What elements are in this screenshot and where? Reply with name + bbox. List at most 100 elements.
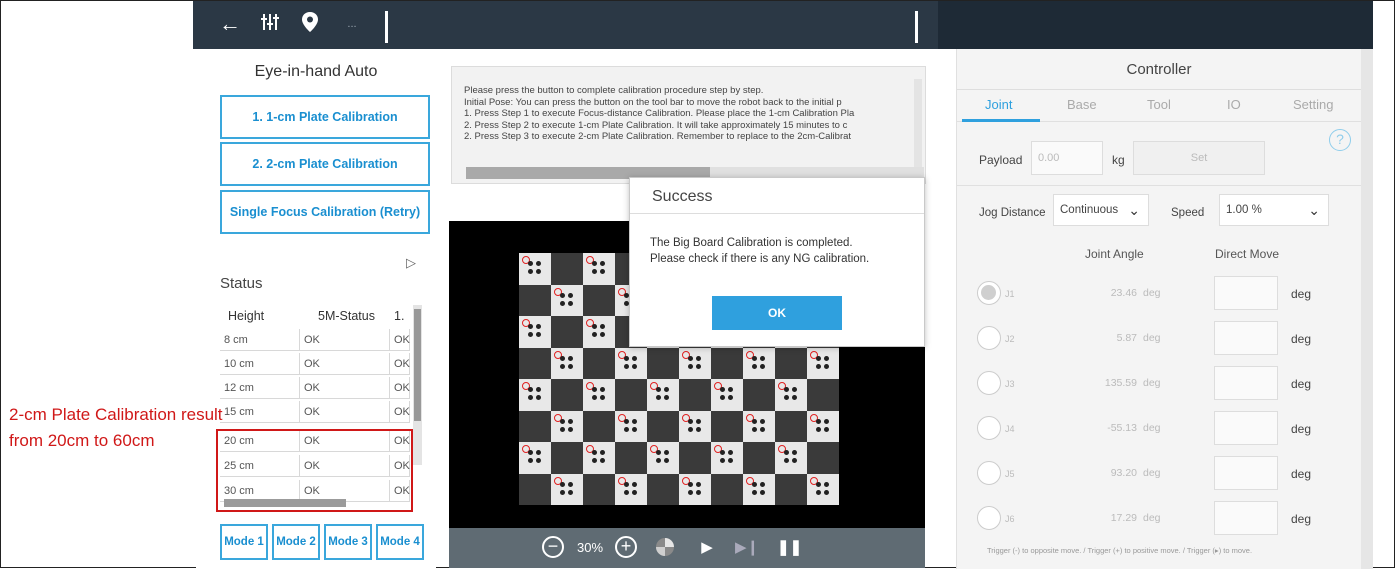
payload-input[interactable]: 0.00 bbox=[1031, 141, 1103, 175]
mode-4-button[interactable]: Mode 4 bbox=[376, 524, 424, 560]
direct-move-input-j3[interactable] bbox=[1214, 366, 1278, 400]
help-icon[interactable]: ? bbox=[1329, 129, 1351, 151]
direct-move-input-j1[interactable] bbox=[1214, 276, 1278, 310]
direct-move-unit: deg bbox=[1291, 287, 1312, 301]
play-icon[interactable]: ▶ bbox=[697, 536, 717, 560]
direct-move-input-j4[interactable] bbox=[1214, 411, 1278, 445]
toolbar-right-area bbox=[938, 1, 1373, 49]
detection-marker bbox=[586, 382, 594, 390]
jog-distance-label: Jog Distance bbox=[979, 207, 1046, 219]
table-row[interactable]: 10 cm OK OK bbox=[220, 353, 410, 377]
joint-radio-j2[interactable] bbox=[977, 326, 1001, 350]
direct-move-input-j6[interactable] bbox=[1214, 501, 1278, 535]
dialog-message: The Big Board Calibration is completed. … bbox=[650, 235, 920, 267]
direct-move-unit: deg bbox=[1291, 332, 1312, 346]
joint-angle-header: Joint Angle bbox=[1085, 247, 1144, 261]
zoom-in-icon[interactable]: + bbox=[615, 536, 637, 558]
board-square bbox=[807, 442, 839, 474]
joint-radio-j5[interactable] bbox=[977, 461, 1001, 485]
board-square bbox=[583, 347, 615, 379]
scrollbar-thumb[interactable] bbox=[414, 309, 421, 421]
board-square bbox=[743, 347, 775, 379]
detection-marker bbox=[522, 382, 530, 390]
detection-marker bbox=[810, 476, 818, 485]
board-square bbox=[807, 410, 839, 442]
board-square bbox=[615, 410, 647, 442]
board-square bbox=[583, 284, 615, 316]
tab-tool[interactable]: Tool bbox=[1147, 97, 1171, 112]
board-square bbox=[551, 410, 583, 442]
panel-title: Eye-in-hand Auto bbox=[254, 63, 378, 80]
board-square bbox=[807, 473, 839, 505]
column-header-height: Height bbox=[228, 309, 265, 323]
plate-1cm-calibration-button[interactable]: 1. 1-cm Plate Calibration bbox=[220, 95, 430, 139]
joint-angle-unit: deg bbox=[1143, 422, 1161, 434]
board-square bbox=[743, 379, 775, 411]
pause-icon[interactable]: ❚❚ bbox=[777, 536, 802, 560]
height-cell: 12 cm bbox=[220, 377, 300, 399]
step-forward-icon[interactable]: ▶❙ bbox=[735, 536, 759, 560]
table-row[interactable]: 12 cm OK OK bbox=[220, 377, 410, 401]
jog-distance-value: Continuous bbox=[1060, 204, 1119, 216]
tab-base[interactable]: Base bbox=[1067, 97, 1097, 112]
controller-divider bbox=[957, 89, 1361, 90]
instruction-vertical-scrollbar[interactable] bbox=[914, 79, 922, 167]
tab-setting[interactable]: Setting bbox=[1293, 97, 1333, 112]
jog-distance-select[interactable]: Continuous ⌄ bbox=[1053, 194, 1149, 226]
mouse-cursor-icon: ▷ bbox=[406, 255, 416, 270]
table-row[interactable]: 8 cm OK OK bbox=[220, 329, 410, 353]
board-square bbox=[519, 473, 551, 505]
third-cell: OK bbox=[390, 401, 410, 423]
direct-move-input-j2[interactable] bbox=[1214, 321, 1278, 355]
joint-name: J1 bbox=[1005, 289, 1015, 299]
tab-joint[interactable]: Joint bbox=[985, 97, 1012, 112]
height-cell: 15 cm bbox=[220, 401, 300, 423]
chevron-down-icon: ⌄ bbox=[1128, 202, 1140, 218]
detection-marker bbox=[554, 350, 562, 359]
more-icon[interactable]: ... bbox=[339, 11, 365, 37]
tab-io[interactable]: IO bbox=[1227, 97, 1241, 112]
detection-marker bbox=[586, 319, 594, 327]
board-square bbox=[519, 316, 551, 348]
detection-marker bbox=[682, 413, 690, 422]
board-square bbox=[807, 379, 839, 411]
speed-label: Speed bbox=[1171, 207, 1205, 219]
sliders-icon[interactable] bbox=[257, 11, 283, 37]
plate-2cm-calibration-button[interactable]: 2. 2-cm Plate Calibration bbox=[220, 142, 430, 186]
status-vertical-scrollbar[interactable] bbox=[413, 305, 422, 465]
set-payload-button[interactable]: Set bbox=[1133, 141, 1265, 175]
mode-3-button[interactable]: Mode 3 bbox=[324, 524, 372, 560]
status-table-header: Height 5M-Status 1. bbox=[220, 305, 410, 329]
board-square bbox=[775, 379, 807, 411]
joint-angle-value: 135.59 bbox=[1104, 377, 1137, 389]
zoom-out-icon[interactable]: − bbox=[542, 536, 564, 558]
mode-2-button[interactable]: Mode 2 bbox=[272, 524, 320, 560]
board-square bbox=[551, 284, 583, 316]
board-square bbox=[583, 253, 615, 285]
board-square bbox=[775, 347, 807, 379]
single-focus-calibration-button[interactable]: Single Focus Calibration (Retry) bbox=[220, 190, 430, 234]
instruction-line: 2. Press Step 2 to execute 1-cm Plate Ca… bbox=[464, 119, 848, 131]
board-square bbox=[583, 410, 615, 442]
joint-radio-j4[interactable] bbox=[977, 416, 1001, 440]
speed-select[interactable]: 1.00 % ⌄ bbox=[1219, 194, 1329, 226]
joint-name: J6 bbox=[1005, 514, 1015, 524]
joint-radio-j1[interactable] bbox=[977, 281, 1001, 305]
map-pin-icon[interactable] bbox=[297, 11, 323, 37]
board-square bbox=[615, 379, 647, 411]
ok-button[interactable]: OK bbox=[712, 296, 842, 330]
image-viewer-controls: − 30% + ▶ ▶❙ ❚❚ bbox=[449, 528, 925, 568]
mode-1-button[interactable]: Mode 1 bbox=[220, 524, 268, 560]
direct-move-input-j5[interactable] bbox=[1214, 456, 1278, 490]
board-square bbox=[551, 473, 583, 505]
table-row[interactable]: 15 cm OK OK bbox=[220, 401, 410, 425]
board-square bbox=[807, 347, 839, 379]
color-wheel-icon[interactable] bbox=[653, 536, 677, 560]
detection-marker bbox=[746, 476, 754, 485]
joint-angle-value: 17.29 bbox=[1110, 512, 1137, 524]
arrow-left-icon[interactable]: ← bbox=[217, 11, 243, 37]
toolbar-separator bbox=[385, 11, 388, 43]
joint-radio-j6[interactable] bbox=[977, 506, 1001, 530]
detection-marker bbox=[618, 350, 626, 359]
joint-radio-j3[interactable] bbox=[977, 371, 1001, 395]
